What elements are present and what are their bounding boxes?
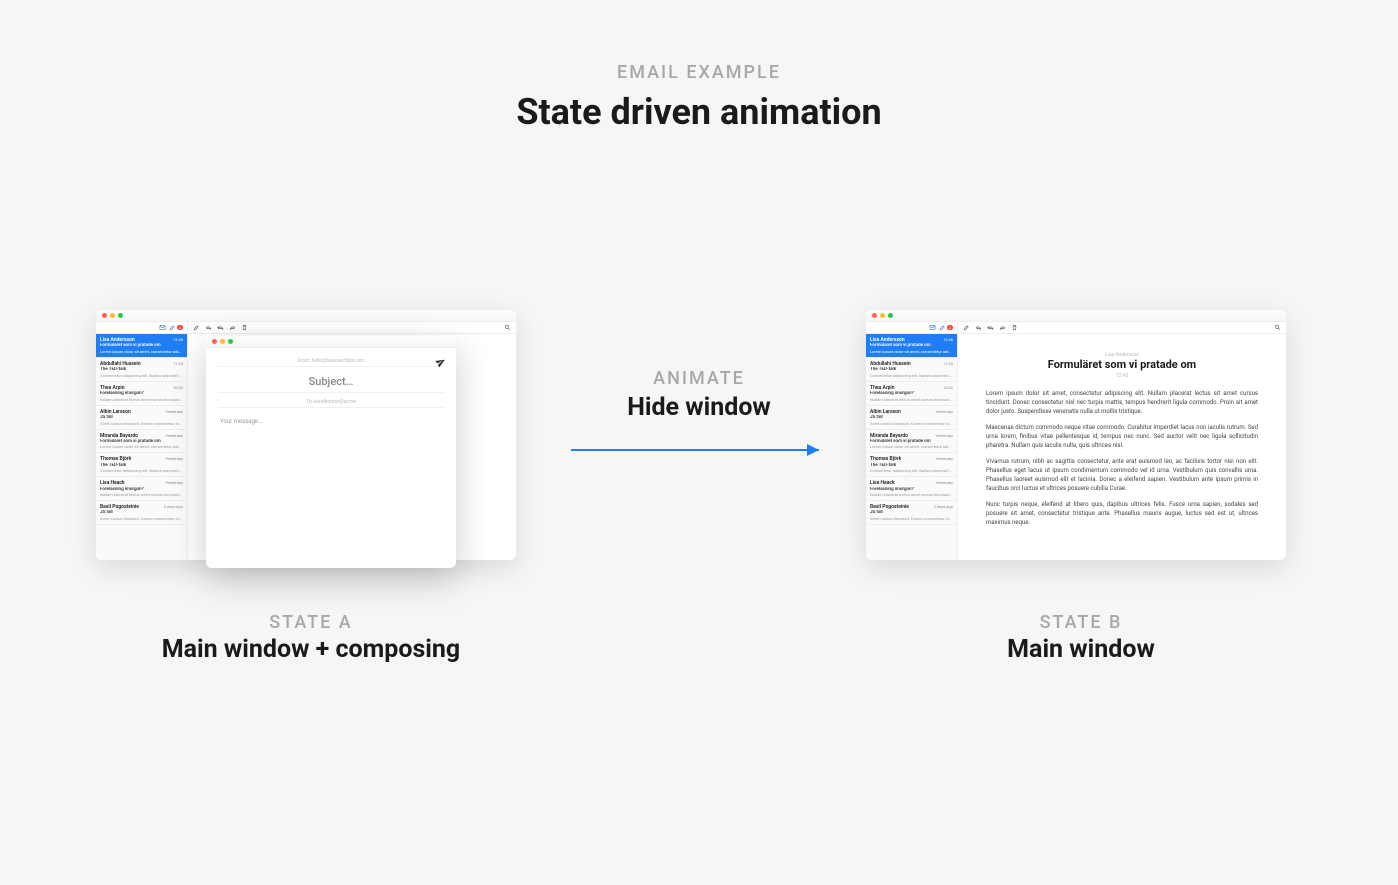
message-item[interactable]: Thomas BjörkYesterdayThe TED-talkConsect…	[96, 453, 187, 477]
search-icon[interactable]	[504, 324, 511, 331]
caption-title: Main window	[866, 635, 1296, 664]
message-sidebar: 3 Lisa Andersson12:46Formuläret som vi p…	[866, 322, 958, 560]
reading-time: 12.45	[986, 373, 1258, 379]
reading-paragraph: Vivamus rutrum, nibh ac sagittis consect…	[986, 457, 1258, 493]
trash-icon[interactable]	[241, 324, 248, 331]
compose-icon[interactable]	[169, 324, 176, 331]
message-item[interactable]: Miranda BayardoYesterdayFormuläret som v…	[866, 430, 957, 454]
close-dot-icon[interactable]	[872, 313, 877, 318]
caption-kicker: STATE A	[96, 612, 526, 633]
message-list: Lisa Andersson12:46Formuläret som vi pra…	[96, 334, 187, 525]
compose-from: From: hello@laeasentilijus.om	[218, 356, 444, 367]
message-item[interactable]: Miranda BayardoYesterdayFormuläret som v…	[96, 430, 187, 454]
compose-titlebar	[206, 336, 456, 348]
message-item[interactable]: Lisa Andersson12:46Formuläret som vi pra…	[866, 334, 957, 358]
search-icon[interactable]	[1274, 324, 1281, 331]
message-sidebar: 3 Lisa Andersson12:46Formuläret som vi p…	[96, 322, 188, 560]
message-toolbar	[188, 322, 516, 334]
forward-icon[interactable]	[229, 324, 236, 331]
zoom-dot-icon[interactable]	[888, 313, 893, 318]
minimize-dot-icon[interactable]	[220, 339, 225, 344]
compose-to-input[interactable]: To: kundkontor@acme	[218, 397, 444, 408]
unread-badge: 3	[177, 325, 183, 330]
titlebar	[866, 310, 1286, 322]
state-b-caption: STATE B Main window	[866, 612, 1296, 664]
message-toolbar	[958, 322, 1286, 334]
transition-kicker: ANIMATE	[559, 368, 839, 389]
content-pane: Lisa Andersson Formuläret som vi pratade…	[958, 322, 1286, 560]
page-header: EMAIL EXAMPLE State driven animation	[0, 0, 1398, 133]
caption-title: Main window + composing	[96, 635, 526, 664]
message-item[interactable]: Albin LarssonYesterdayJS fallAmet cursus…	[866, 406, 957, 430]
reading-subject: Formuläret som vi pratade om	[986, 358, 1258, 371]
message-item[interactable]: Abdullahi Hussein11:34The TED-talkConsec…	[866, 358, 957, 382]
mail-icon	[159, 324, 166, 331]
close-dot-icon[interactable]	[102, 313, 107, 318]
reply-all-icon[interactable]	[217, 324, 224, 331]
message-item[interactable]: Abdullahi Hussein11:34The TED-talkConsec…	[96, 358, 187, 382]
compose-icon[interactable]	[939, 324, 946, 331]
close-dot-icon[interactable]	[212, 339, 217, 344]
message-item[interactable]: Lisa HaackYesterdayFöreläsning imorgon?N…	[866, 477, 957, 501]
compose-body-input[interactable]: Your message…	[218, 412, 444, 431]
forward-icon[interactable]	[999, 324, 1006, 331]
compose-window: From: hello@laeasentilijus.om Subject… T…	[206, 336, 456, 568]
message-item[interactable]: Lisa HaackYesterdayFöreläsning imorgon?N…	[96, 477, 187, 501]
titlebar	[96, 310, 516, 322]
message-item[interactable]: Basil Pogosteinie2 days agoJS fallAmet c…	[96, 501, 187, 525]
reading-paragraph: Maecenas dictum commodo neque vitae comm…	[986, 423, 1258, 450]
send-button[interactable]	[436, 352, 446, 371]
page-title: State driven animation	[0, 91, 1398, 133]
state-a-caption: STATE A Main window + composing	[96, 612, 526, 664]
unread-badge: 3	[947, 325, 953, 330]
reply-icon[interactable]	[205, 324, 212, 331]
reading-pane: Lisa Andersson Formuläret som vi pratade…	[958, 334, 1286, 560]
mail-icon	[929, 324, 936, 331]
edit-icon[interactable]	[963, 324, 970, 331]
zoom-dot-icon[interactable]	[118, 313, 123, 318]
page-kicker: EMAIL EXAMPLE	[0, 62, 1398, 83]
arrow-icon	[559, 440, 839, 464]
compose-subject-input[interactable]: Subject…	[218, 371, 444, 393]
message-item[interactable]: Basil Pogosteinie2 days agoJS fallAmet c…	[866, 501, 957, 525]
reply-all-icon[interactable]	[987, 324, 994, 331]
message-item[interactable]: Thea Arpin10:02Föreläsning imorgon?Nulla…	[96, 382, 187, 406]
state-b-main-window: 3 Lisa Andersson12:46Formuläret som vi p…	[866, 310, 1286, 560]
reading-paragraph: Nunc turpis neque, eleifend at libero qu…	[986, 500, 1258, 527]
edit-icon[interactable]	[193, 324, 200, 331]
transition-label: ANIMATE Hide window	[559, 368, 839, 464]
trash-icon[interactable]	[1011, 324, 1018, 331]
message-item[interactable]: Thomas BjörkYesterdayThe TED-talkConsect…	[866, 453, 957, 477]
message-item[interactable]: Lisa Andersson12:46Formuläret som vi pra…	[96, 334, 187, 358]
minimize-dot-icon[interactable]	[110, 313, 115, 318]
message-item[interactable]: Thea Arpin10:02Föreläsning imorgon?Nulla…	[866, 382, 957, 406]
reply-icon[interactable]	[975, 324, 982, 331]
message-list: Lisa Andersson12:46Formuläret som vi pra…	[866, 334, 957, 525]
zoom-dot-icon[interactable]	[228, 339, 233, 344]
reading-paragraph: Lorem ipsum dolor sit amet, consectetur …	[986, 389, 1258, 416]
caption-kicker: STATE B	[866, 612, 1296, 633]
minimize-dot-icon[interactable]	[880, 313, 885, 318]
message-item[interactable]: Albin LarssonYesterdayJS fallAmet cursus…	[96, 406, 187, 430]
transition-title: Hide window	[559, 393, 839, 422]
sidebar-header: 3	[866, 322, 957, 334]
sidebar-header: 3	[96, 322, 187, 334]
